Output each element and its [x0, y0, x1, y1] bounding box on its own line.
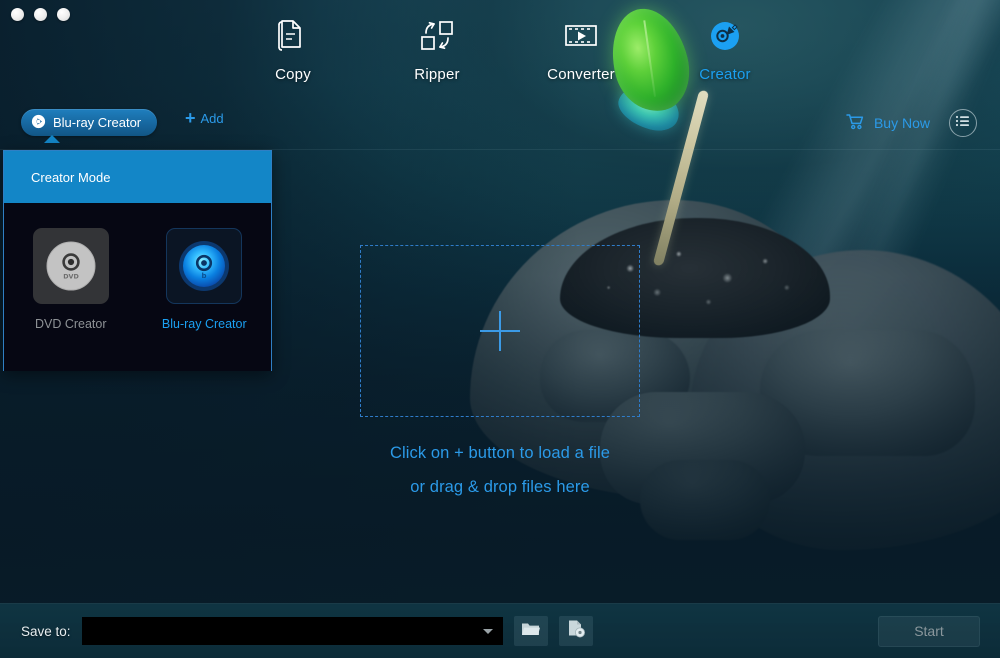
mode-option-dvd-creator[interactable]: DVD DVD Creator: [4, 228, 138, 331]
buy-now-label: Buy Now: [873, 115, 930, 131]
creator-mode-header: Creator Mode: [4, 151, 271, 203]
nav-label-converter: Converter: [547, 66, 615, 83]
creator-mode-title: Creator Mode: [31, 169, 111, 185]
save-to-label: Save to:: [21, 623, 71, 639]
browse-folder-button[interactable]: [513, 616, 548, 646]
nav-item-creator[interactable]: Creator: [660, 14, 790, 83]
bluray-disc-icon: b: [166, 228, 243, 304]
plus-crosshair-icon: [480, 311, 520, 351]
nav-item-ripper[interactable]: Ripper: [372, 14, 502, 83]
chevron-down-icon: [482, 628, 493, 634]
plus-icon: +: [185, 108, 196, 128]
mode-option-label-dvd: DVD Creator: [34, 317, 107, 331]
hamburger-menu-button[interactable]: [949, 109, 977, 137]
mode-option-label-bluray: Blu-ray Creator: [161, 317, 247, 331]
add-label: Add: [200, 111, 224, 126]
nav-item-converter[interactable]: Converter: [516, 14, 646, 83]
disc-arrow-icon: [31, 114, 46, 132]
mode-option-bluray-creator[interactable]: b Blu-ray Creator: [138, 228, 272, 331]
tab-strip: Blu-ray Creator + Add Buy Now: [0, 104, 1000, 150]
open-folder-icon: [521, 620, 541, 642]
disc-pen-icon: [660, 14, 790, 58]
buy-now-button[interactable]: Buy Now: [846, 113, 930, 133]
hamburger-menu-icon: [955, 114, 971, 132]
dropzone-hint-line-2: or drag & drop files here: [410, 478, 590, 496]
nav-label-creator: Creator: [699, 66, 751, 83]
add-task-button[interactable]: + Add: [185, 108, 224, 128]
start-button[interactable]: Start: [878, 615, 980, 647]
bottom-toolbar: Save to: Start: [0, 603, 1000, 658]
copy-pages-icon: [228, 14, 358, 58]
nav-label-ripper: Ripper: [414, 66, 460, 83]
document-disc-icon: [566, 619, 586, 643]
dvd-disc-icon: DVD: [32, 228, 109, 304]
primary-navigation: Copy Ripper Converter Creator: [0, 14, 1000, 96]
creator-mode-options: DVD DVD Creator b Blu-ray Creator: [4, 203, 271, 371]
convert-arrows-icon: [372, 14, 502, 58]
dropzone-hint-line-1: Click on + button to load a file: [389, 444, 611, 462]
creator-mode-panel: Creator Mode DVD DVD Creator b Blu-ray C…: [3, 150, 272, 371]
tab-label: Blu-ray Creator: [53, 115, 142, 130]
save-to-dropdown[interactable]: [81, 617, 503, 645]
svg-text:DVD: DVD: [63, 273, 79, 281]
app-window: Copy Ripper Converter Creator Blu-ray Cr…: [0, 0, 1000, 658]
nav-label-copy: Copy: [275, 66, 311, 83]
start-button-label: Start: [914, 623, 944, 639]
svg-text:b: b: [202, 272, 207, 280]
film-play-icon: [516, 14, 646, 58]
tab-caret-indicator: [44, 135, 60, 143]
iso-output-button[interactable]: [558, 616, 593, 646]
file-dropzone[interactable]: [360, 245, 640, 417]
nav-item-copy[interactable]: Copy: [228, 14, 358, 83]
shopping-cart-icon: [846, 113, 865, 133]
tab-bluray-creator[interactable]: Blu-ray Creator: [21, 109, 158, 136]
